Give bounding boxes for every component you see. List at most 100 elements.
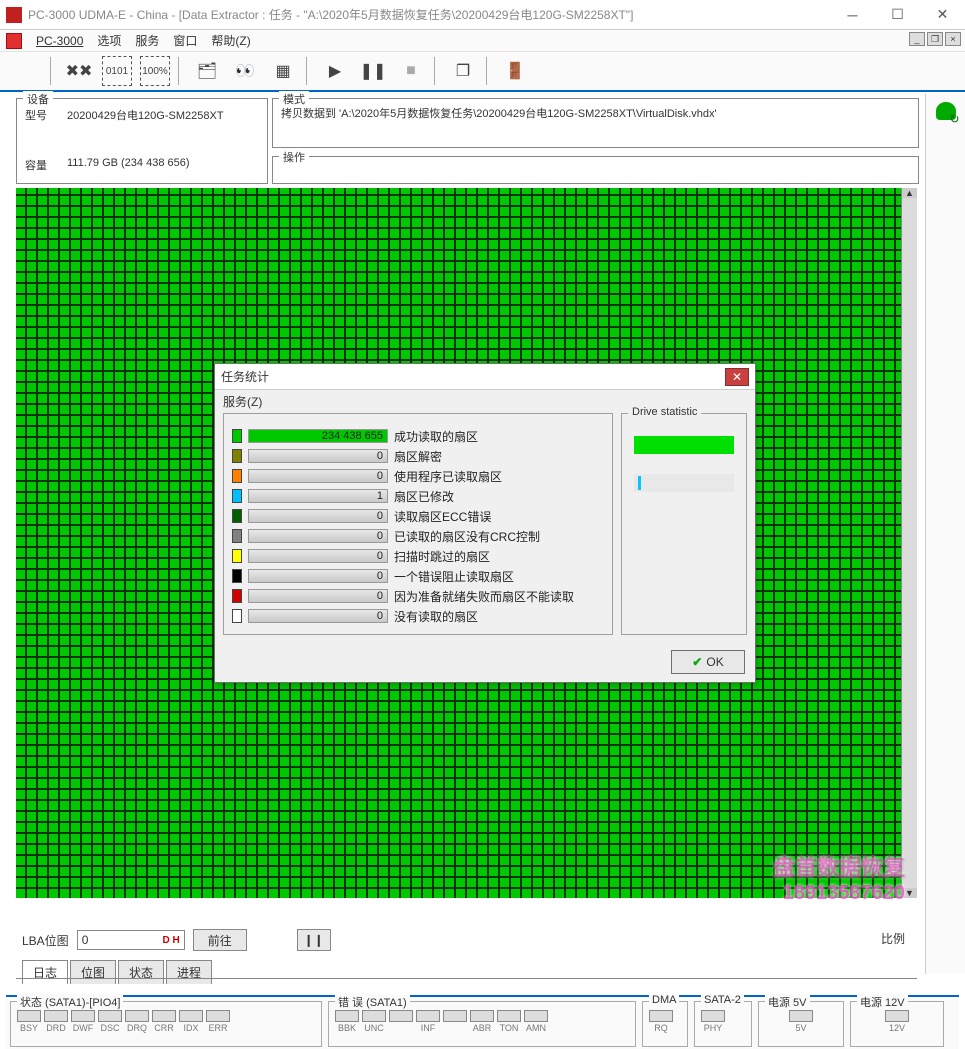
device-legend: 设备: [23, 91, 53, 107]
tools-icon[interactable]: ✖✖: [64, 56, 94, 86]
stat-label: 扇区已修改: [394, 488, 604, 505]
status-led: DWF: [71, 1010, 95, 1033]
scale-label: 比例: [881, 930, 905, 947]
mdi-minimize-button[interactable]: _: [909, 32, 925, 46]
stat-label: 读取扇区ECC错误: [394, 508, 604, 525]
stat-row: 0 一个错误阻止读取扇区: [232, 566, 604, 586]
status-led: AMN: [524, 1010, 548, 1033]
menu-pc3000[interactable]: PC-3000: [36, 34, 83, 48]
stat-color-swatch: [232, 449, 242, 463]
check-icon: ✔: [692, 655, 702, 669]
status-sata2-group: SATA-2 PHY: [694, 1001, 752, 1047]
capacity-value: 111.79 GB (234 438 656): [67, 157, 190, 173]
lba-label: LBA位图: [22, 932, 69, 949]
stat-label: 一个错误阻止读取扇区: [394, 568, 604, 585]
capacity-label: 容量: [25, 157, 61, 173]
stat-row: 0因为准备就绪失败而扇区不能读取: [232, 586, 604, 606]
stat-value-bar: 0: [248, 609, 388, 623]
stat-row: 0 使用程序已读取扇区: [232, 466, 604, 486]
minimize-button[interactable]: ─: [830, 0, 875, 30]
map-scrollbar[interactable]: [901, 188, 917, 898]
goto-button[interactable]: 前往: [193, 929, 247, 951]
stat-value-bar: 1: [248, 489, 388, 503]
map-build-icon[interactable]: ▦: [268, 56, 298, 86]
status-led: UNC: [362, 1010, 386, 1033]
exit-icon[interactable]: 🚪: [500, 56, 530, 86]
lba-dechex-toggle[interactable]: D H: [162, 935, 179, 946]
status-led: INF: [416, 1010, 440, 1033]
stat-color-swatch: [232, 609, 242, 623]
status-sata1-legend: 状态 (SATA1)-[PIO4]: [17, 994, 123, 1010]
lba-value: 0: [82, 933, 89, 947]
status-led: DRD: [44, 1010, 68, 1033]
status-led: TON: [497, 1010, 521, 1033]
pause-icon[interactable]: ❚❚: [358, 56, 388, 86]
device-panel: 设备 型号20200429台电120G-SM2258XT 容量111.79 GB…: [16, 98, 268, 184]
drive-statistic-legend: Drive statistic: [628, 406, 701, 418]
menu-help[interactable]: 帮助(Z): [211, 32, 250, 49]
menubar: PC-3000 选项 服务 窗口 帮助(Z) _ ❐ ×: [0, 30, 965, 52]
stat-color-swatch: [232, 489, 242, 503]
dialog-close-button[interactable]: ✕: [725, 368, 749, 386]
stat-value-bar: 0: [248, 569, 388, 583]
maximize-button[interactable]: ☐: [875, 0, 920, 30]
stat-color-swatch: [232, 469, 242, 483]
stat-label: 因为准备就绪失败而扇区不能读取: [394, 588, 604, 605]
operation-legend: 操作: [279, 149, 309, 165]
stat-color-swatch: [232, 589, 242, 603]
module-icon: [6, 33, 22, 49]
stat-label: 扫描时跳过的扇区: [394, 548, 604, 565]
stat-row: 0 没有读取的扇区: [232, 606, 604, 626]
menu-window[interactable]: 窗口: [173, 32, 197, 49]
tab-status[interactable]: 状态: [118, 960, 164, 984]
stat-label: 已读取的扇区没有CRC控制: [394, 528, 604, 545]
task-statistics-dialog: 任务统计 ✕ 服务(Z) 234 438 655成功读取的扇区0扇区解密0使用程…: [214, 363, 756, 683]
statistics-list: 234 438 655成功读取的扇区0扇区解密0使用程序已读取扇区1扇区已修改0…: [223, 413, 613, 635]
toolbar: ✖✖ 0101 100% 🗂 👀 ▦ ▶ ❚❚ ■ ❐ 🚪: [0, 52, 965, 92]
stat-row: 0 扫描时跳过的扇区: [232, 546, 604, 566]
stop-icon[interactable]: ■: [396, 56, 426, 86]
stat-row: 0已读取的扇区没有CRC控制: [232, 526, 604, 546]
stat-label: 使用程序已读取扇区: [394, 468, 604, 485]
params-icon[interactable]: 🗂: [192, 56, 222, 86]
map-pause-button[interactable]: ❙❙: [297, 929, 331, 951]
stat-color-swatch: [232, 529, 242, 543]
menu-service[interactable]: 服务: [135, 32, 159, 49]
stat-row: 234 438 655成功读取的扇区: [232, 426, 604, 446]
drive-refresh-icon[interactable]: [934, 100, 958, 124]
binoculars-icon[interactable]: 👀: [230, 56, 260, 86]
operation-panel: 操作: [272, 156, 919, 184]
copy-icon[interactable]: ❐: [448, 56, 478, 86]
right-sidebar: [925, 94, 965, 974]
percent-icon[interactable]: 100%: [140, 56, 170, 86]
disk-util-icon[interactable]: 0101: [102, 56, 132, 86]
status-led: [389, 1010, 413, 1033]
window-titlebar: PC-3000 UDMA-E - China - [Data Extractor…: [0, 0, 965, 30]
stat-label: 没有读取的扇区: [394, 608, 604, 625]
stat-value-bar: 0: [248, 469, 388, 483]
status-led: IDX: [179, 1010, 203, 1033]
status-bar: 状态 (SATA1)-[PIO4] BSYDRDDWFDSCDRQCRRIDXE…: [6, 995, 959, 1049]
tab-process[interactable]: 进程: [166, 960, 212, 984]
status-led: BBK: [335, 1010, 359, 1033]
tab-log[interactable]: 日志: [22, 960, 68, 984]
tab-bitmap[interactable]: 位图: [70, 960, 116, 984]
stat-color-swatch: [232, 509, 242, 523]
status-led: DSC: [98, 1010, 122, 1033]
play-icon[interactable]: ▶: [320, 56, 350, 86]
mdi-restore-button[interactable]: ❐: [927, 32, 943, 46]
lba-input[interactable]: 0 D H: [77, 930, 185, 950]
status-error-group: 错 误 (SATA1) BBKUNCINFABRTONAMN: [328, 1001, 636, 1047]
menu-options[interactable]: 选项: [97, 32, 121, 49]
mode-panel: 模式 拷贝数据到 'A:\2020年5月数据恢复任务\20200429台电120…: [272, 98, 919, 148]
mdi-close-button[interactable]: ×: [945, 32, 961, 46]
status-led: BSY: [17, 1010, 41, 1033]
ok-button[interactable]: ✔ OK: [671, 650, 745, 674]
mode-legend: 模式: [279, 91, 309, 107]
close-button[interactable]: ✕: [920, 0, 965, 30]
stat-color-swatch: [232, 549, 242, 563]
status-sata1-group: 状态 (SATA1)-[PIO4] BSYDRDDWFDSCDRQCRRIDXE…: [10, 1001, 322, 1047]
ok-label: OK: [706, 655, 723, 669]
stat-value-bar: 0: [248, 549, 388, 563]
model-label: 型号: [25, 107, 61, 123]
